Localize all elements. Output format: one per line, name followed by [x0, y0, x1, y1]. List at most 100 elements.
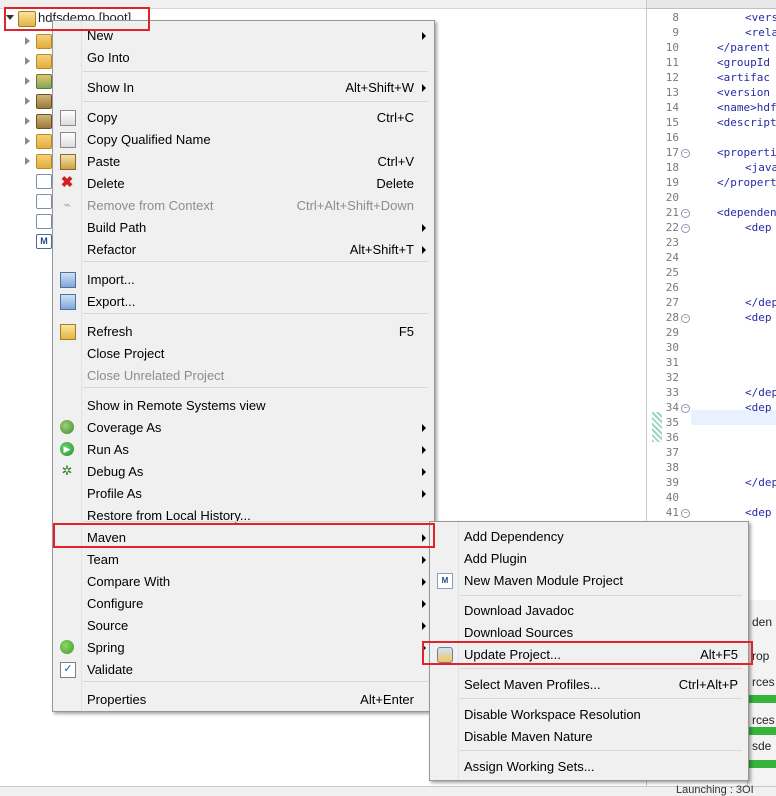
fold-toggle-icon[interactable]: − [681, 314, 690, 323]
menu-separator [460, 595, 742, 596]
menu-item-remove-from-context: ⌁ Remove from Context Ctrl+Alt+Shift+Down [55, 194, 432, 216]
menu-item-export[interactable]: Export... [55, 290, 432, 312]
menu-item-run-as[interactable]: ▶ Run As [55, 438, 432, 460]
expand-arrow-icon[interactable] [25, 57, 30, 65]
menu-separator [460, 750, 742, 751]
menu-item-copy-qualified-name[interactable]: Copy Qualified Name [55, 128, 432, 150]
menu-item-validate[interactable]: ✓ Validate [55, 658, 432, 680]
maven-item-add-plugin[interactable]: Add Plugin [432, 547, 746, 569]
submenu-arrow-icon [422, 578, 426, 586]
code-line: <dep [745, 401, 772, 414]
maven-item-select-maven-profiles[interactable]: Select Maven Profiles... Ctrl+Alt+P [432, 673, 746, 695]
menu-item-label: Paste [87, 154, 121, 169]
code-line: <version [717, 86, 770, 99]
menu-item-profile-as[interactable]: Profile As [55, 482, 432, 504]
expand-arrow-icon[interactable] [25, 37, 30, 45]
menu-item-configure[interactable]: Configure [55, 592, 432, 614]
menu-item-label: Copy Qualified Name [87, 132, 211, 147]
menu-item-close-unrelated-project: Close Unrelated Project [55, 364, 432, 386]
tree-item[interactable] [0, 152, 60, 172]
tree-item[interactable] [0, 172, 60, 192]
menu-item-show-in[interactable]: Show In Alt+Shift+W [55, 76, 432, 98]
menu-item-label: Configure [87, 596, 144, 611]
menu-item-debug-as[interactable]: ✲ Debug As [55, 460, 432, 482]
menu-item-show-in-remote-systems-view[interactable]: Show in Remote Systems view [55, 394, 432, 416]
line-number: 20 [665, 191, 679, 204]
progress-bar [748, 760, 776, 768]
menu-item-label: Spring [87, 640, 125, 655]
line-number: 34 [665, 401, 679, 414]
maven-item-disable-workspace-resolution[interactable]: Disable Workspace Resolution [432, 703, 746, 725]
menu-item-paste[interactable]: Paste Ctrl+V [55, 150, 432, 172]
menu-item-go-into[interactable]: Go Into [55, 46, 432, 68]
line-number: 8 [672, 11, 679, 24]
menu-item-build-path[interactable]: Build Path [55, 216, 432, 238]
fold-toggle-icon[interactable]: − [681, 509, 690, 518]
menu-item-import[interactable]: Import... [55, 268, 432, 290]
menu-item-compare-with[interactable]: Compare With [55, 570, 432, 592]
fold-toggle-icon[interactable]: − [681, 404, 690, 413]
code-line: <dep [745, 506, 772, 519]
expand-arrow-icon[interactable] [25, 97, 30, 105]
menu-item-label: Show in Remote Systems view [87, 398, 266, 413]
menu-item-label: Select Maven Profiles... [464, 677, 601, 692]
fold-toggle-icon[interactable]: − [681, 209, 690, 218]
menu-item-label: Show In [87, 80, 134, 95]
fold-toggle-icon[interactable]: − [681, 224, 690, 233]
tree-item[interactable] [0, 32, 60, 52]
line-number: 9 [672, 26, 679, 39]
menu-item-refresh[interactable]: Refresh F5 [55, 320, 432, 342]
line-number: 38 [665, 461, 679, 474]
maven-item-assign-working-sets[interactable]: Assign Working Sets... [432, 755, 746, 777]
menu-item-spring[interactable]: Spring [55, 636, 432, 658]
menu-item-shortcut: Delete [376, 176, 414, 191]
code-line: <dep [745, 221, 772, 234]
status-text: Launching : 3OI [676, 784, 754, 796]
tree-item[interactable] [0, 132, 60, 152]
maven-item-new-maven-module-project[interactable]: M New Maven Module Project [432, 569, 746, 591]
export-icon [60, 294, 76, 310]
menu-item-shortcut: Alt+Enter [360, 692, 414, 707]
line-number: 29 [665, 326, 679, 339]
menu-item-properties[interactable]: Properties Alt+Enter [55, 688, 432, 710]
folder-icon [36, 34, 52, 49]
expand-arrow-icon[interactable] [25, 157, 30, 165]
file-icon [36, 194, 52, 209]
expand-arrow-icon[interactable] [25, 77, 30, 85]
expand-arrow-icon[interactable] [25, 137, 30, 145]
menu-item-label: Remove from Context [87, 198, 214, 213]
maven-item-download-sources[interactable]: Download Sources [432, 621, 746, 643]
tree-item[interactable] [0, 72, 60, 92]
tree-item[interactable] [0, 212, 60, 232]
menu-item-label: Delete [87, 176, 125, 191]
line-number: 24 [665, 251, 679, 264]
tree-item[interactable] [0, 92, 60, 112]
menu-item-shortcut: Ctrl+Alt+Shift+Down [296, 198, 414, 213]
menu-item-source[interactable]: Source [55, 614, 432, 636]
expand-arrow-icon[interactable] [25, 117, 30, 125]
maven-item-download-javadoc[interactable]: Download Javadoc [432, 599, 746, 621]
maven-item-disable-maven-nature[interactable]: Disable Maven Nature [432, 725, 746, 747]
menu-item-refactor[interactable]: Refactor Alt+Shift+T [55, 238, 432, 260]
menu-item-copy[interactable]: Copy Ctrl+C [55, 106, 432, 128]
refresh-icon [60, 324, 76, 340]
tree-item[interactable]: M [0, 232, 60, 252]
maven-item-add-dependency[interactable]: Add Dependency [432, 525, 746, 547]
tree-item[interactable] [0, 192, 60, 212]
menu-item-team[interactable]: Team [55, 548, 432, 570]
menu-item-label: Run As [87, 442, 129, 457]
menu-item-close-project[interactable]: Close Project [55, 342, 432, 364]
line-number: 13 [665, 86, 679, 99]
menu-item-label: Go Into [87, 50, 130, 65]
menu-item-shortcut: F5 [398, 324, 414, 339]
fold-toggle-icon[interactable]: − [681, 149, 690, 158]
tree-item[interactable] [0, 52, 60, 72]
debug-icon: ✲ [61, 463, 73, 478]
line-number: 28 [665, 311, 679, 324]
menu-item-label: Properties [87, 692, 147, 707]
menu-item-label: Copy [87, 110, 118, 125]
tree-item[interactable] [0, 112, 60, 132]
menu-item-delete[interactable]: ✖ Delete Delete [55, 172, 432, 194]
progress-bar [748, 695, 776, 703]
menu-item-coverage-as[interactable]: Coverage As [55, 416, 432, 438]
